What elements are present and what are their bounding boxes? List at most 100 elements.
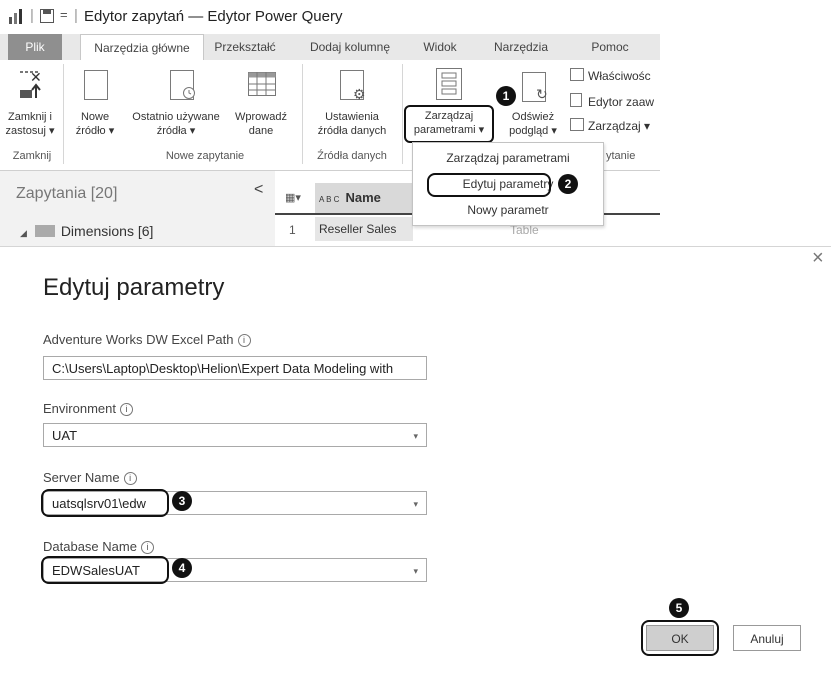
callout-3: 3: [172, 491, 192, 511]
new-source-button[interactable]: Nowe źródło ▾: [70, 64, 120, 144]
cancel-button[interactable]: Anuluj: [733, 625, 801, 651]
environment-value: UAT: [52, 428, 78, 443]
close-apply-label-1: Zamknij i: [7, 111, 52, 123]
queries-header: Zapytania [20]: [16, 185, 118, 202]
close-apply-label-2: zastosuj ▾: [5, 125, 55, 137]
info-icon[interactable]: i: [140, 541, 154, 554]
info-icon[interactable]: i: [119, 403, 133, 416]
info-icon[interactable]: i: [237, 334, 251, 347]
edit-parameters-highlight: [427, 173, 551, 197]
dialog-close-icon[interactable]: ×: [812, 247, 824, 270]
chevron-down-icon[interactable]: ▾: [413, 424, 418, 446]
manage-label: Zarządzaj ▾: [588, 119, 651, 133]
new-source-icon: [84, 70, 108, 100]
properties-icon: [570, 68, 584, 81]
quick-access-dropdown-icon[interactable]: =: [60, 7, 68, 22]
expand-arrow-icon[interactable]: ◢: [20, 228, 27, 238]
close-apply-button[interactable]: ✕ Zamknij i zastosuj ▾: [2, 64, 58, 144]
clock-icon: [182, 86, 196, 105]
tab-view[interactable]: Widok: [415, 34, 465, 60]
manage-button[interactable]: Zarządzaj ▾: [570, 118, 660, 136]
parameters-icon: [436, 68, 462, 105]
chevron-down-icon[interactable]: ▾: [413, 559, 418, 581]
recent-sources-label-1: Ostatnio używane: [132, 111, 220, 123]
group-label-close: Zamknij: [12, 150, 52, 162]
power-query-window: | = | Edytor zapytań — Edytor Power Quer…: [0, 0, 660, 246]
advanced-editor-icon: [570, 93, 582, 107]
svg-text:✕: ✕: [30, 69, 42, 85]
new-source-label-1: Nowe: [80, 111, 110, 123]
source-settings-label-2: źródła danych: [317, 125, 387, 137]
tab-add-column[interactable]: Dodaj kolumnę: [300, 34, 400, 60]
environment-select[interactable]: UAT ▾: [43, 423, 427, 447]
column-header-label: Name: [345, 190, 381, 205]
server-name-highlight: [41, 489, 169, 517]
field-label-database: Database Name i: [43, 539, 154, 554]
gear-icon: ⚙: [353, 86, 366, 102]
save-icon[interactable]: [40, 9, 54, 23]
row-number: 1: [289, 223, 296, 237]
dialog-title: Edytuj parametry: [43, 274, 225, 301]
recent-sources-button[interactable]: Ostatnio używane źródła ▾: [120, 64, 232, 144]
field-label-environment: Environment i: [43, 401, 133, 416]
queries-pane: Zapytania [20] < ◢ Dimensions [6]: [0, 171, 275, 246]
folder-icon: [34, 225, 55, 237]
table-menu-icon[interactable]: ▦▾: [285, 191, 301, 204]
tab-home[interactable]: Narzędzia główne: [80, 34, 204, 61]
name-column-header[interactable]: A B C Name: [315, 183, 413, 213]
ok-button-highlight: [641, 620, 719, 656]
tab-transform[interactable]: Przekształć: [205, 34, 285, 60]
collapse-pane-icon[interactable]: <: [254, 181, 263, 199]
text-type-icon: A B C: [319, 195, 340, 204]
manage-parameters-highlight: [404, 105, 494, 143]
field-label-text: Server Name: [43, 470, 120, 485]
excel-path-value: C:\Users\Laptop\Desktop\Helion\Expert Da…: [52, 361, 394, 376]
advanced-editor-button[interactable]: Edytor zaaw: [570, 93, 660, 111]
row-cell-name[interactable]: Reseller Sales: [315, 217, 413, 241]
enter-data-label-2: dane: [248, 125, 274, 137]
field-label-text: Environment: [43, 401, 116, 416]
refresh-icon: ↻: [536, 86, 548, 102]
close-apply-icon: ✕: [16, 68, 42, 107]
new-source-label-2: źródło ▾: [75, 125, 115, 137]
folder-label: Dimensions [6]: [60, 223, 154, 239]
callout-2: 2: [558, 174, 578, 194]
excel-path-input[interactable]: C:\Users\Laptop\Desktop\Helion\Expert Da…: [43, 356, 427, 380]
field-label-text: Database Name: [43, 539, 137, 554]
source-settings-label-1: Ustawienia: [325, 111, 379, 123]
field-label-server: Server Name i: [43, 470, 137, 485]
edit-parameters-dialog: [0, 246, 831, 680]
callout-4: 4: [172, 558, 192, 578]
chevron-down-icon[interactable]: ▾: [413, 492, 418, 514]
callout-5: 5: [669, 598, 689, 618]
window-title: Edytor zapytań — Edytor Power Query: [84, 8, 343, 25]
refresh-label-1: Odśwież: [511, 111, 555, 123]
database-name-highlight: [41, 556, 169, 584]
enter-data-button[interactable]: Wprowadź dane: [232, 64, 290, 144]
menu-item-manage-parameters[interactable]: Zarządzaj parametrami: [413, 147, 603, 169]
data-source-settings-button[interactable]: ⚙ Ustawienia źródła danych: [306, 64, 398, 144]
refresh-label-2: podgląd ▾: [509, 125, 557, 137]
enter-data-label-1: Wprowadź: [235, 111, 287, 123]
field-label-excel-path: Adventure Works DW Excel Path i: [43, 332, 251, 347]
properties-label: Właściwośc: [588, 69, 651, 83]
refresh-preview-button[interactable]: ↻ Odśwież podgląd ▾: [498, 64, 568, 144]
tab-help[interactable]: Pomoc: [580, 34, 640, 60]
title-bar: | = | Edytor zapytań — Edytor Power Quer…: [0, 0, 660, 34]
group-label-data-sources: Źródła danych: [317, 150, 387, 162]
recent-sources-label-2: źródła ▾: [156, 125, 196, 137]
tab-file[interactable]: Plik: [8, 34, 62, 60]
tab-tools[interactable]: Narzędzia: [482, 34, 560, 60]
manage-icon: [570, 118, 584, 131]
ribbon-tabs: Plik Narzędzia główne Przekształć Dodaj …: [0, 34, 660, 61]
menu-item-new-parameter[interactable]: Nowy parametr: [413, 199, 603, 221]
advanced-editor-label: Edytor zaaw: [588, 95, 655, 109]
group-label-query: ytanie: [606, 150, 636, 162]
table-icon: [248, 72, 276, 101]
query-folder[interactable]: ◢ Dimensions [6]: [20, 223, 153, 239]
properties-button[interactable]: Właściwośc: [570, 68, 660, 86]
group-label-new-query: Nowe zapytanie: [165, 150, 245, 162]
power-bi-logo-icon: [8, 9, 24, 25]
info-icon[interactable]: i: [123, 472, 137, 485]
field-label-text: Adventure Works DW Excel Path: [43, 332, 234, 347]
